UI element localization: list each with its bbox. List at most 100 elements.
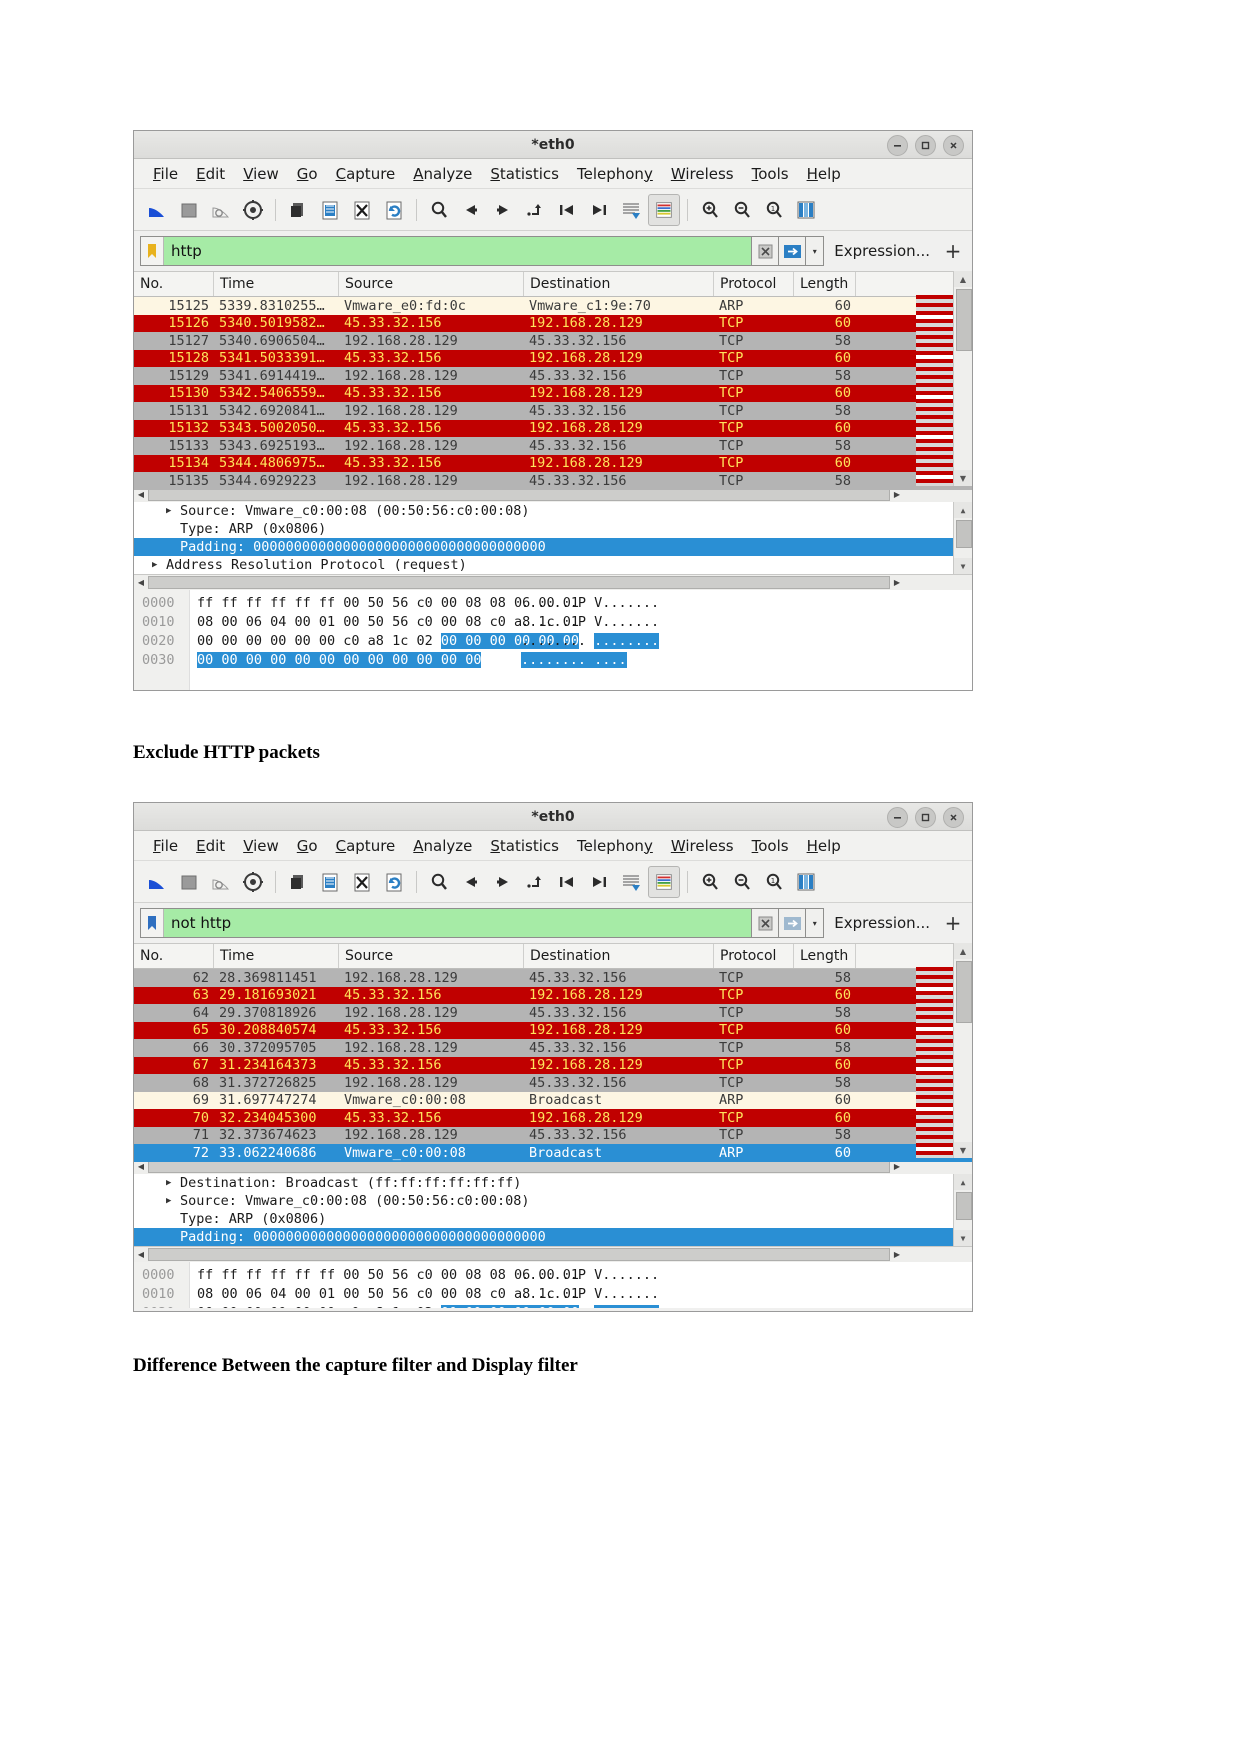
menu-edit[interactable]: Edit	[187, 163, 234, 185]
hscroll-thumb[interactable]	[148, 488, 890, 501]
packet-list-rows[interactable]: 62 28.369811451 192.168.28.129 45.33.32.156…	[134, 969, 972, 1162]
column-header-destination[interactable]: Destination	[524, 272, 714, 296]
zoom-out-icon[interactable]	[727, 867, 757, 897]
packet-detail-row[interactable]: Type: ARP (0x0806)	[134, 520, 972, 538]
column-header-length[interactable]: Length	[794, 944, 856, 968]
packet-list-rows[interactable]: 15125 5339.8310255… Vmware_e0:fd:0c Vmware_…	[134, 297, 972, 490]
menu-tools[interactable]: Tools	[743, 163, 798, 185]
table-row[interactable]: 66 30.372095705 192.168.28.129 45.33.32.156…	[134, 1039, 972, 1057]
apply-filter-icon[interactable]	[779, 908, 807, 938]
maximize-icon[interactable]	[915, 807, 936, 828]
start-capture-icon[interactable]	[142, 867, 172, 897]
packet-detail-row[interactable]: ▶ Address Resolution Protocol (request)	[134, 556, 972, 574]
close-icon[interactable]	[943, 135, 964, 156]
colorize-icon[interactable]	[648, 865, 680, 898]
capture-options-icon[interactable]	[238, 867, 268, 897]
expand-triangle-icon[interactable]: ▶	[152, 560, 166, 570]
table-row[interactable]: 15133 5343.6925193… 192.168.28.129 45.33.32…	[134, 437, 972, 455]
reload-file-icon[interactable]	[379, 867, 409, 897]
table-row[interactable]: 15130 5342.5406559… 45.33.32.156 192.168.28…	[134, 384, 972, 402]
table-row[interactable]: 15128 5341.5033391… 45.33.32.156 192.168.28…	[134, 349, 972, 367]
table-row[interactable]: 63 29.181693021 45.33.32.156 192.168.28.129…	[134, 986, 972, 1004]
menu-help[interactable]: Help	[798, 835, 850, 857]
packet-detail-row[interactable]: ▶ Source: Vmware_c0:00:08 (00:50:56:c0:00…	[134, 502, 972, 520]
go-back-icon[interactable]	[456, 867, 486, 897]
column-header-protocol[interactable]: Protocol	[714, 944, 794, 968]
table-row[interactable]: 15135 5344.6929223 192.168.28.129 45.33.32.…	[134, 472, 972, 490]
scroll-up-icon[interactable]: ▲	[954, 943, 972, 959]
find-packet-icon[interactable]	[424, 195, 454, 225]
table-row[interactable]: 15127 5340.6906504… 192.168.28.129 45.33.32…	[134, 332, 972, 350]
packet-list[interactable]: No. Time Source Destination Protocol Len…	[134, 271, 972, 490]
table-row[interactable]: 15131 5342.6920841… 192.168.28.129 45.33.32…	[134, 402, 972, 420]
packet-detail-row[interactable]: Padding: 0000000000000000000000000000000…	[134, 1228, 972, 1246]
packet-details-rows[interactable]: ▶ Destination: Broadcast (ff:ff:ff:ff:ff:…	[134, 1174, 972, 1246]
zoom-in-icon[interactable]	[695, 867, 725, 897]
save-file-icon[interactable]	[315, 867, 345, 897]
table-row[interactable]: 69 31.697747274 Vmware_c0:00:08 Broadcast AR…	[134, 1091, 972, 1109]
scroll-right-icon[interactable]: ▶	[890, 490, 904, 499]
autoscroll-icon[interactable]	[616, 195, 646, 225]
filter-bookmark-icon[interactable]	[141, 909, 164, 937]
vscroll-thumb[interactable]	[956, 1192, 972, 1220]
column-header-length[interactable]: Length	[794, 272, 856, 296]
open-file-icon[interactable]	[283, 867, 313, 897]
column-header-no[interactable]: No.	[134, 272, 214, 296]
reload-file-icon[interactable]	[379, 195, 409, 225]
zoom-reset-icon[interactable]: 1	[759, 195, 789, 225]
table-row[interactable]: 15126 5340.5019582… 45.33.32.156 192.168.28…	[134, 314, 972, 332]
table-row[interactable]: 72 33.062240686 Vmware_c0:00:08 Broadcast AR…	[134, 1144, 972, 1162]
menu-help[interactable]: Help	[798, 163, 850, 185]
scroll-down-icon[interactable]: ▼	[954, 558, 972, 574]
table-row[interactable]: 65 30.208840574 45.33.32.156 192.168.28.129…	[134, 1021, 972, 1039]
hex-row[interactable]: 0000 ff ff ff ff ff ff 00 50 56 c0 00 08 …	[134, 1265, 972, 1284]
scroll-up-icon[interactable]: ▲	[954, 502, 972, 518]
table-row[interactable]: 68 31.372726825 192.168.28.129 45.33.32.156…	[134, 1074, 972, 1092]
scroll-right-icon[interactable]: ▶	[890, 578, 904, 587]
menu-telephony[interactable]: Telephony	[568, 835, 662, 857]
details-vscrollbar[interactable]: ▲ ▼	[953, 502, 972, 574]
stop-capture-icon[interactable]	[174, 195, 204, 225]
packet-list-vscrollbar[interactable]: ▲ ▼	[953, 271, 972, 486]
go-last-packet-icon[interactable]	[584, 195, 614, 225]
close-file-icon[interactable]	[347, 867, 377, 897]
menu-analyze[interactable]: Analyze	[404, 163, 481, 185]
menu-go[interactable]: Go	[288, 163, 327, 185]
vscroll-thumb[interactable]	[956, 520, 972, 548]
scroll-right-icon[interactable]: ▶	[890, 1250, 904, 1259]
table-row[interactable]: 67 31.234164373 45.33.32.156 192.168.28.129…	[134, 1056, 972, 1074]
scroll-left-icon[interactable]: ◀	[134, 1162, 148, 1171]
expression-button[interactable]: Expression...	[824, 236, 940, 266]
vscroll-thumb[interactable]	[956, 961, 972, 1023]
packet-details-pane[interactable]: ▶ Source: Vmware_c0:00:08 (00:50:56:c0:00…	[134, 502, 972, 574]
menu-statistics[interactable]: Statistics	[481, 835, 568, 857]
scroll-left-icon[interactable]: ◀	[134, 490, 148, 499]
minimize-icon[interactable]	[887, 807, 908, 828]
capture-options-icon[interactable]	[238, 195, 268, 225]
table-row[interactable]: 15132 5343.5002050… 45.33.32.156 192.168.28…	[134, 419, 972, 437]
expand-triangle-icon[interactable]: ▶	[166, 1196, 180, 1206]
table-row[interactable]: 70 32.234045300 45.33.32.156 192.168.28.129…	[134, 1109, 972, 1127]
save-file-icon[interactable]	[315, 195, 345, 225]
packet-list-vscrollbar[interactable]: ▲ ▼	[953, 943, 972, 1158]
packet-details-hscrollbar[interactable]: ◀ ▶	[134, 1246, 972, 1262]
column-header-source[interactable]: Source	[339, 272, 524, 296]
scroll-up-icon[interactable]: ▲	[954, 1174, 972, 1190]
hscroll-thumb[interactable]	[148, 1248, 890, 1261]
close-icon[interactable]	[943, 807, 964, 828]
close-file-icon[interactable]	[347, 195, 377, 225]
table-row[interactable]: 64 29.370818926 192.168.28.129 45.33.32.156…	[134, 1004, 972, 1022]
column-header-protocol[interactable]: Protocol	[714, 272, 794, 296]
menu-go[interactable]: Go	[288, 835, 327, 857]
menu-tools[interactable]: Tools	[743, 835, 798, 857]
resize-columns-icon[interactable]	[791, 195, 821, 225]
clear-filter-icon[interactable]	[752, 236, 780, 266]
table-row[interactable]: 62 28.369811451 192.168.28.129 45.33.32.156…	[134, 969, 972, 987]
scroll-down-icon[interactable]: ▼	[954, 1142, 972, 1158]
colorize-icon[interactable]	[648, 193, 680, 226]
scroll-left-icon[interactable]: ◀	[134, 578, 148, 587]
column-header-no[interactable]: No.	[134, 944, 214, 968]
filter-dropdown-icon[interactable]: ▾	[806, 236, 825, 266]
hex-row[interactable]: 0020 00 00 00 00 00 00 c0 a8 1c 02 00 00 …	[134, 1303, 972, 1308]
menu-wireless[interactable]: Wireless	[662, 163, 743, 185]
